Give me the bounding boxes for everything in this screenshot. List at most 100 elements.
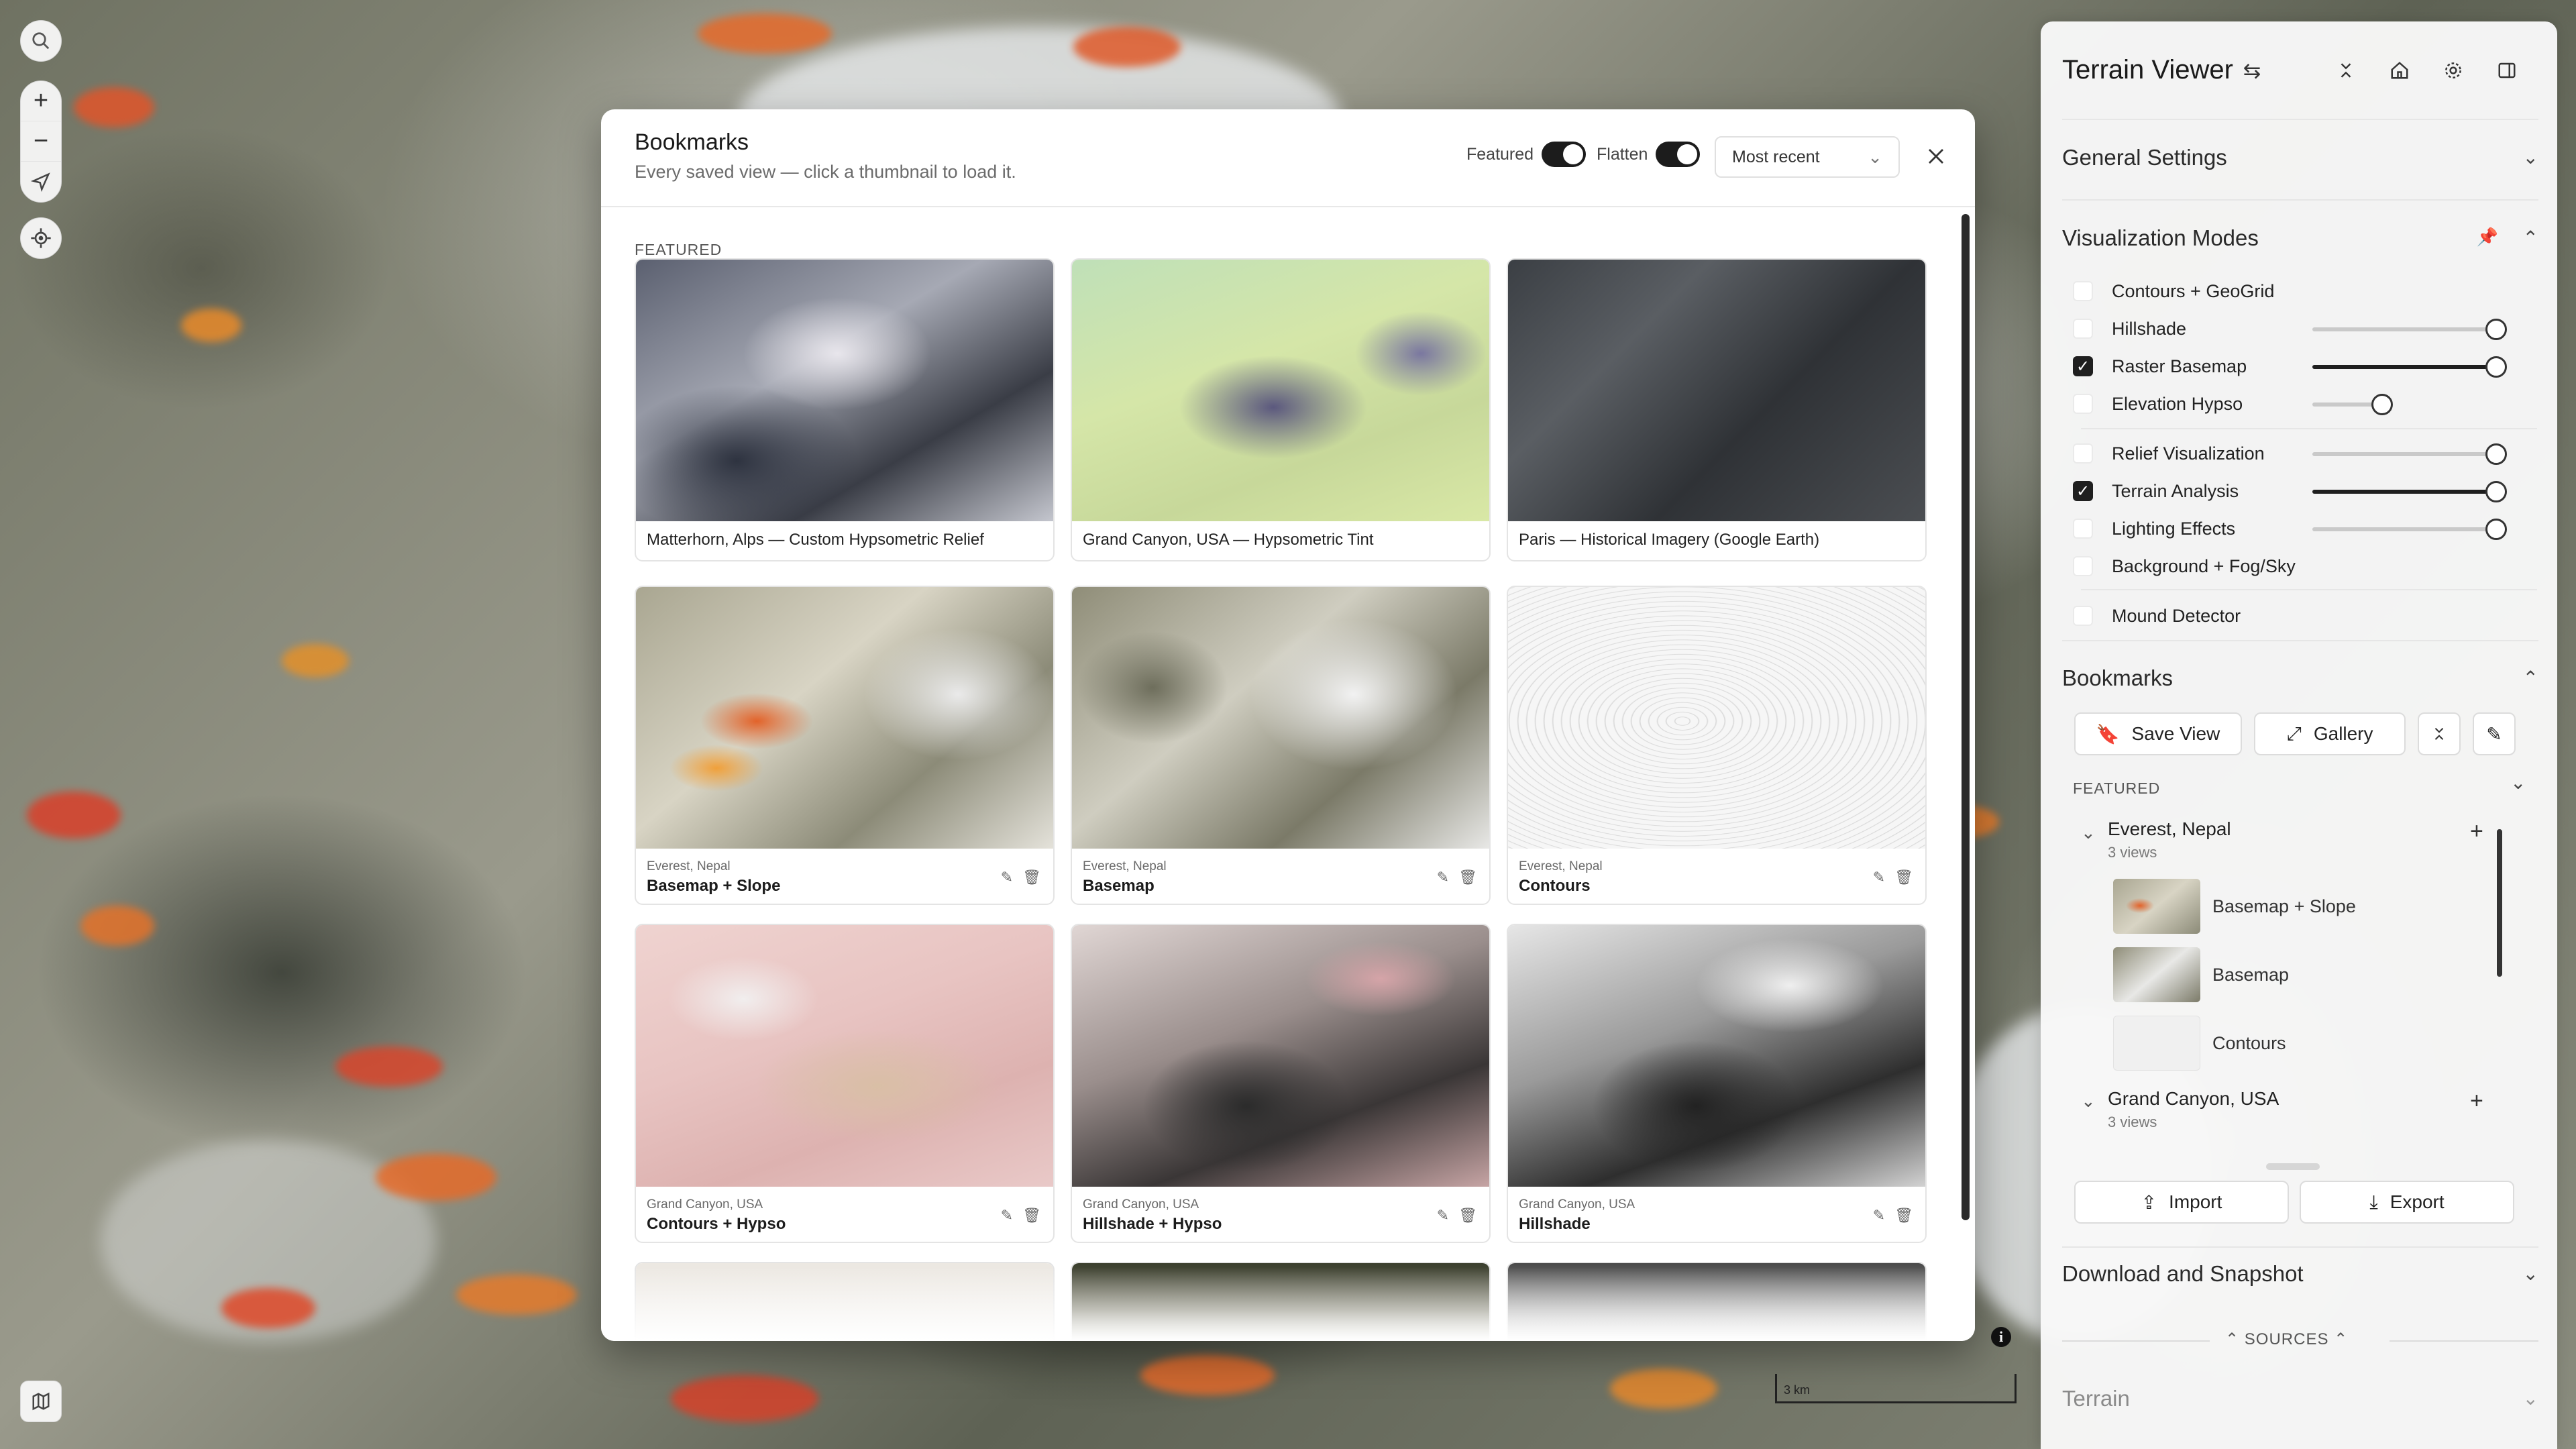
terrain-analysis-slider[interactable] [2312,481,2507,502]
lighting-slider[interactable] [2312,519,2507,540]
card-thumbnail[interactable] [636,260,1053,521]
home-button[interactable] [2383,54,2416,87]
mode-hillshade[interactable]: Hillshade [2073,315,2186,342]
save-view-button[interactable]: 🔖 Save View [2074,712,2242,755]
visualization-modes-section[interactable]: Visualization Modes 📌 ⌃ [2062,225,2538,251]
checkbox[interactable] [2073,556,2093,576]
mode-background-fog[interactable]: Background + Fog/Sky [2073,553,2296,580]
trash-icon[interactable]: 🗑 [1458,869,1477,886]
collapse-all-icon[interactable] [2329,54,2363,87]
checkbox-checked[interactable]: ✓ [2073,481,2093,501]
mode-elevation-hypso[interactable]: Elevation Hypso [2073,390,2243,417]
add-icon[interactable]: + [2470,818,2483,845]
edit-icon[interactable]: ✎ [1873,1207,1885,1224]
mode-raster-basemap[interactable]: ✓ Raster Basemap [2073,353,2247,380]
settings-button[interactable] [2436,54,2470,87]
checkbox[interactable] [2073,319,2093,339]
bookmark-card[interactable]: Everest, Nepal Basemap + Slope ✎ 🗑 [635,586,1055,905]
bookmark-card[interactable]: Everest, Nepal Basemap ✎ 🗑 [1071,586,1491,905]
sources-divider[interactable]: ⌃ SOURCES ⌃ [2225,1330,2348,1349]
chevron-down-icon[interactable]: ⌄ [2081,1091,2096,1112]
add-icon[interactable]: + [2470,1088,2483,1114]
mode-mound-detector[interactable]: Mound Detector [2073,602,2241,629]
checkbox-checked[interactable]: ✓ [2073,356,2093,376]
bookmark-card[interactable]: Grand Canyon, USA Hillshade ✎ 🗑 [1507,924,1927,1243]
zoom-in-button[interactable]: + [21,81,61,121]
compass-button[interactable] [21,162,61,202]
general-settings-section[interactable]: General Settings ⌄ [2062,145,2538,170]
trash-icon[interactable]: 🗑 [1894,869,1913,886]
locate-button[interactable] [20,217,62,259]
flatten-toggle[interactable] [1656,142,1701,167]
bookmarks-scrollbar[interactable] [2497,829,2502,977]
trash-icon[interactable]: 🗑 [1458,1207,1477,1224]
terrain-source-section[interactable]: Terrain ⌄ [2062,1386,2538,1411]
bookmark-group-title[interactable]: Everest, Nepal [2108,818,2231,840]
edit-icon[interactable]: ✎ [1001,869,1013,886]
swap-icon[interactable]: ⇆ [2235,54,2269,87]
card-thumbnail[interactable] [1072,260,1489,521]
chevron-up-icon[interactable]: ⌃ [2523,227,2538,249]
elevation-hypso-slider[interactable] [2312,394,2393,415]
trash-icon[interactable]: 🗑 [1022,1207,1041,1224]
edit-icon[interactable]: ✎ [1001,1207,1013,1224]
edit-icon[interactable]: ✎ [1873,869,1885,886]
zoom-out-button[interactable]: − [21,121,61,162]
edit-icon[interactable]: ✎ [1437,1207,1449,1224]
mode-lighting-effects[interactable]: Lighting Effects [2073,515,2235,542]
checkbox[interactable] [2073,443,2093,464]
import-button[interactable]: ⇪ Import [2074,1181,2289,1224]
trash-icon[interactable]: 🗑 [1022,869,1041,886]
bookmark-card[interactable]: Everest, Nepal Contours ✎ 🗑 [1507,586,1927,905]
edit-bookmarks-button[interactable]: ✎ [2473,712,2516,755]
edit-icon[interactable]: ✎ [1437,869,1449,886]
close-modal-button[interactable] [1917,138,1955,175]
chevron-down-icon[interactable]: ⌄ [2081,822,2096,843]
bookmarks-section[interactable]: Bookmarks ⌃ [2062,665,2538,691]
card-thumbnail[interactable] [1508,260,1925,521]
chevron-down-icon[interactable]: ⌄ [2523,1387,2538,1409]
map-search-button[interactable] [20,20,62,62]
download-snapshot-section[interactable]: Download and Snapshot ⌄ [2062,1261,2538,1287]
bookmark-card[interactable]: Grand Canyon, USA Hillshade + Hypso ✎ 🗑 [1071,924,1491,1243]
mode-contours-geogrid[interactable]: Contours + GeoGrid [2073,278,2274,305]
trash-icon[interactable]: 🗑 [1894,1207,1913,1224]
attribution-info-button[interactable]: i [1991,1327,2011,1347]
bookmark-item[interactable]: Contours [2113,1016,2286,1071]
checkbox[interactable] [2073,606,2093,626]
mode-relief-visualization[interactable]: Relief Visualization [2073,440,2265,467]
chevron-down-icon[interactable]: ⌄ [2523,1263,2538,1285]
card-thumbnail[interactable] [1508,587,1925,849]
featured-card-grand-canyon[interactable]: Grand Canyon, USA — Hypsometric Tint [1071,258,1491,561]
raster-basemap-slider[interactable] [2312,356,2507,378]
featured-toggle[interactable] [1542,142,1587,167]
hillshade-slider[interactable] [2312,319,2507,340]
mode-terrain-analysis[interactable]: ✓ Terrain Analysis [2073,478,2239,504]
bookmark-group-title[interactable]: Grand Canyon, USA [2108,1088,2279,1110]
relief-slider[interactable] [2312,443,2507,465]
checkbox[interactable] [2073,281,2093,301]
modal-scrollbar[interactable] [1962,214,1970,1220]
export-button[interactable]: ⤓ Export [2300,1181,2514,1224]
featured-card-matterhorn[interactable]: Matterhorn, Alps — Custom Hypsometric Re… [635,258,1055,561]
bookmark-item[interactable]: Basemap + Slope [2113,879,2356,934]
chevron-down-icon[interactable]: ⌄ [2523,146,2538,168]
card-thumbnail[interactable] [636,925,1053,1187]
checkbox[interactable] [2073,519,2093,539]
map-style-button[interactable] [20,1381,62,1422]
checkbox[interactable] [2073,394,2093,414]
collapse-bookmarks-button[interactable] [2418,712,2461,755]
card-thumbnail[interactable] [636,587,1053,849]
featured-card-paris[interactable]: Paris — Historical Imagery (Google Earth… [1507,258,1927,561]
sort-select[interactable]: Most recent ⌄ [1715,136,1900,178]
bookmark-card[interactable]: Grand Canyon, USA Contours + Hypso ✎ 🗑 [635,924,1055,1243]
toggle-panel-button[interactable] [2490,54,2524,87]
chevron-up-icon[interactable]: ⌃ [2523,667,2538,689]
card-thumbnail[interactable] [1508,925,1925,1187]
card-thumbnail[interactable] [1072,925,1489,1187]
bookmark-item[interactable]: Basemap [2113,947,2289,1002]
resize-handle[interactable] [2266,1163,2320,1170]
card-thumbnail[interactable] [1072,587,1489,849]
chevron-down-icon[interactable]: ⌄ [2510,771,2526,794]
gallery-button[interactable]: ⤢ Gallery [2254,712,2406,755]
